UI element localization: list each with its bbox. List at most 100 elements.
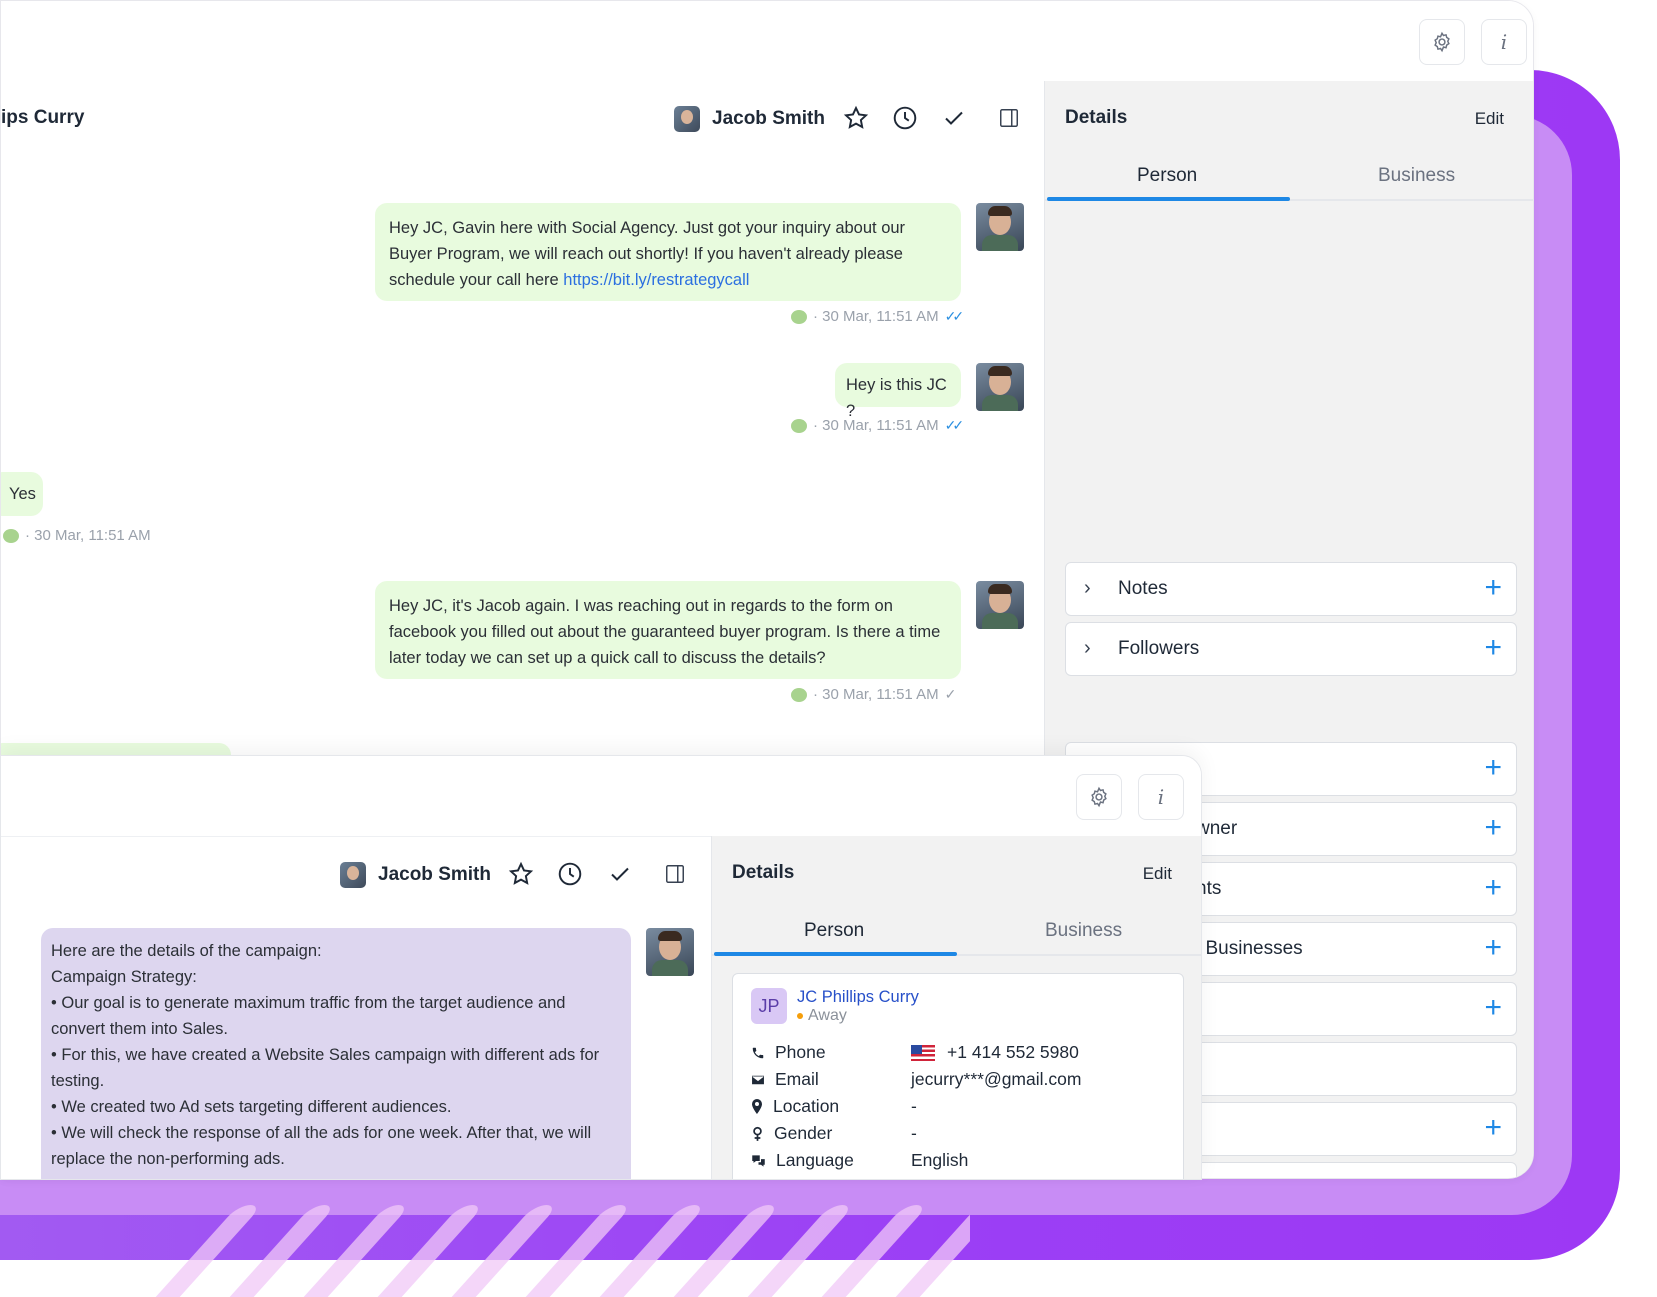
plus-icon[interactable]: + [1484, 1111, 1502, 1145]
check-icon [945, 111, 963, 125]
resolve-button[interactable] [605, 859, 635, 889]
double-check-icon: ✓✓ [944, 308, 965, 324]
snooze-button[interactable] [555, 859, 585, 889]
contact-initials-avatar: JP [751, 988, 787, 1024]
agent-avatar [646, 928, 694, 976]
plus-icon[interactable]: + [1484, 811, 1502, 845]
language-value: English [911, 1150, 969, 1170]
message-meta: · 30 Mar, 11:51 AM ✓ [791, 686, 956, 703]
message-text: Hey is this JC ? [846, 376, 947, 420]
gender-icon [753, 1126, 762, 1141]
star-button[interactable] [841, 103, 871, 133]
plus-icon[interactable]: + [1484, 751, 1502, 785]
contact-status: Away [797, 1007, 847, 1025]
phone-icon [752, 1047, 764, 1058]
backdrop-stripes [140, 1205, 970, 1297]
assignee-avatar [674, 106, 700, 132]
chat-bubble-icon [791, 309, 807, 324]
field-row-phone: Phone +1 414 552 5980 [751, 1042, 1079, 1063]
plus-icon[interactable]: + [1484, 871, 1502, 905]
gender-value: - [911, 1123, 917, 1143]
outgoing-message: Hey JC, it's Jacob again. I was reaching… [375, 581, 961, 679]
accordion-followers[interactable]: › Followers + [1065, 622, 1517, 676]
star-icon [843, 105, 869, 129]
clock-icon [893, 106, 917, 130]
conversation-header: Jacob Smith [1, 836, 711, 912]
message-thread: Hey JC, Gavin here with Social Agency. J… [1, 155, 1044, 783]
field-row-location: Location - [751, 1096, 917, 1117]
email-icon [751, 1074, 765, 1085]
active-tab-indicator [1047, 197, 1290, 201]
assignee-name: Jacob Smith [378, 864, 491, 885]
tab-business[interactable]: Business [1378, 165, 1455, 187]
us-flag-icon [911, 1045, 935, 1062]
message-text: Hey JC, it's Jacob again. I was reaching… [389, 597, 941, 667]
info-button[interactable]: i [1138, 774, 1184, 820]
star-button[interactable] [506, 859, 536, 889]
agent-avatar [976, 581, 1024, 629]
add-note-plus-icon[interactable]: + [1484, 571, 1502, 605]
conversation-contact-name: ips Curry [1, 107, 85, 128]
assignee-name: Jacob Smith [712, 108, 825, 129]
message-meta: · 30 Mar, 11:51 AM ✓✓ [791, 417, 964, 434]
info-icon: i [1157, 785, 1165, 809]
resolve-button[interactable] [939, 103, 969, 133]
contact-name[interactable]: JC Phillips Curry [797, 988, 919, 1007]
assignee-selector[interactable]: Jacob Smith [674, 106, 825, 132]
message-line: • Our goal is to generate maximum traffi… [51, 994, 566, 1038]
plus-icon[interactable]: + [1484, 991, 1502, 1025]
campaign-message: Here are the details of the campaign: Ca… [41, 928, 631, 1179]
toggle-panel-button[interactable] [660, 859, 690, 889]
sidebar-panel-icon [1000, 109, 1018, 127]
message-line: Campaign Strategy: [51, 968, 197, 986]
conversation-header: ips Curry Jacob Smith [1, 81, 1044, 156]
language-icon [752, 1154, 765, 1167]
tab-business[interactable]: Business [1045, 920, 1122, 942]
tab-person[interactable]: Person [1137, 165, 1197, 187]
details-panel: Details Edit Person Business JP JC Phill… [711, 836, 1201, 1179]
chat-bubble-icon [791, 687, 807, 702]
chat-bubble-icon [3, 528, 19, 543]
message-line: Here are the details of the campaign: [51, 942, 322, 960]
info-icon: i [1500, 30, 1508, 54]
message-line: • We will check the response of all the … [51, 1124, 592, 1168]
accordion-label: wner [1196, 818, 1238, 839]
sidebar-panel-icon [666, 865, 684, 883]
details-edit-button[interactable]: Edit [1475, 109, 1504, 129]
location-pin-icon [752, 1099, 762, 1114]
phone-value[interactable]: +1 414 552 5980 [911, 1042, 1079, 1063]
details-title: Details [732, 862, 795, 883]
check-icon [611, 867, 629, 881]
add-follower-plus-icon[interactable]: + [1484, 631, 1502, 665]
field-row-gender: Gender - [751, 1123, 917, 1144]
email-value[interactable]: jecurry***@gmail.com [911, 1069, 1081, 1090]
message-link[interactable]: https://bit.ly/restrategycall [563, 271, 749, 289]
details-title: Details [1065, 107, 1128, 128]
toggle-panel-button[interactable] [994, 103, 1024, 133]
accordion-label: Notes [1118, 578, 1168, 599]
details-tabs: Person Business [712, 908, 1201, 956]
message-meta: · 30 Mar, 11:51 AM ✓✓ [791, 308, 965, 325]
chevron-right-icon: › [1084, 637, 1091, 659]
message-text: Yes [9, 485, 36, 503]
accordion-notes[interactable]: › Notes + [1065, 562, 1517, 616]
plus-icon[interactable]: + [1484, 931, 1502, 965]
front-app-window: i Jacob Smith Here are the details of th… [0, 755, 1202, 1180]
tab-person[interactable]: Person [804, 920, 864, 942]
details-edit-button[interactable]: Edit [1143, 864, 1172, 884]
assignee-selector[interactable]: Jacob Smith [340, 862, 491, 888]
details-tabs: Person Business [1045, 153, 1533, 201]
accordion-label: l Businesses [1196, 938, 1303, 959]
info-button[interactable]: i [1481, 19, 1527, 65]
top-bar: i [1, 1, 1533, 82]
gear-icon [1091, 786, 1107, 808]
chat-bubble-icon [791, 418, 807, 433]
location-value: - [911, 1096, 917, 1116]
accordion-label: Followers [1118, 638, 1200, 659]
snooze-button[interactable] [890, 103, 920, 133]
message-thread: Here are the details of the campaign: Ca… [1, 910, 711, 1179]
settings-button[interactable] [1419, 19, 1465, 65]
settings-button[interactable] [1076, 774, 1122, 820]
assignee-avatar [340, 862, 366, 888]
clock-icon [558, 862, 582, 886]
